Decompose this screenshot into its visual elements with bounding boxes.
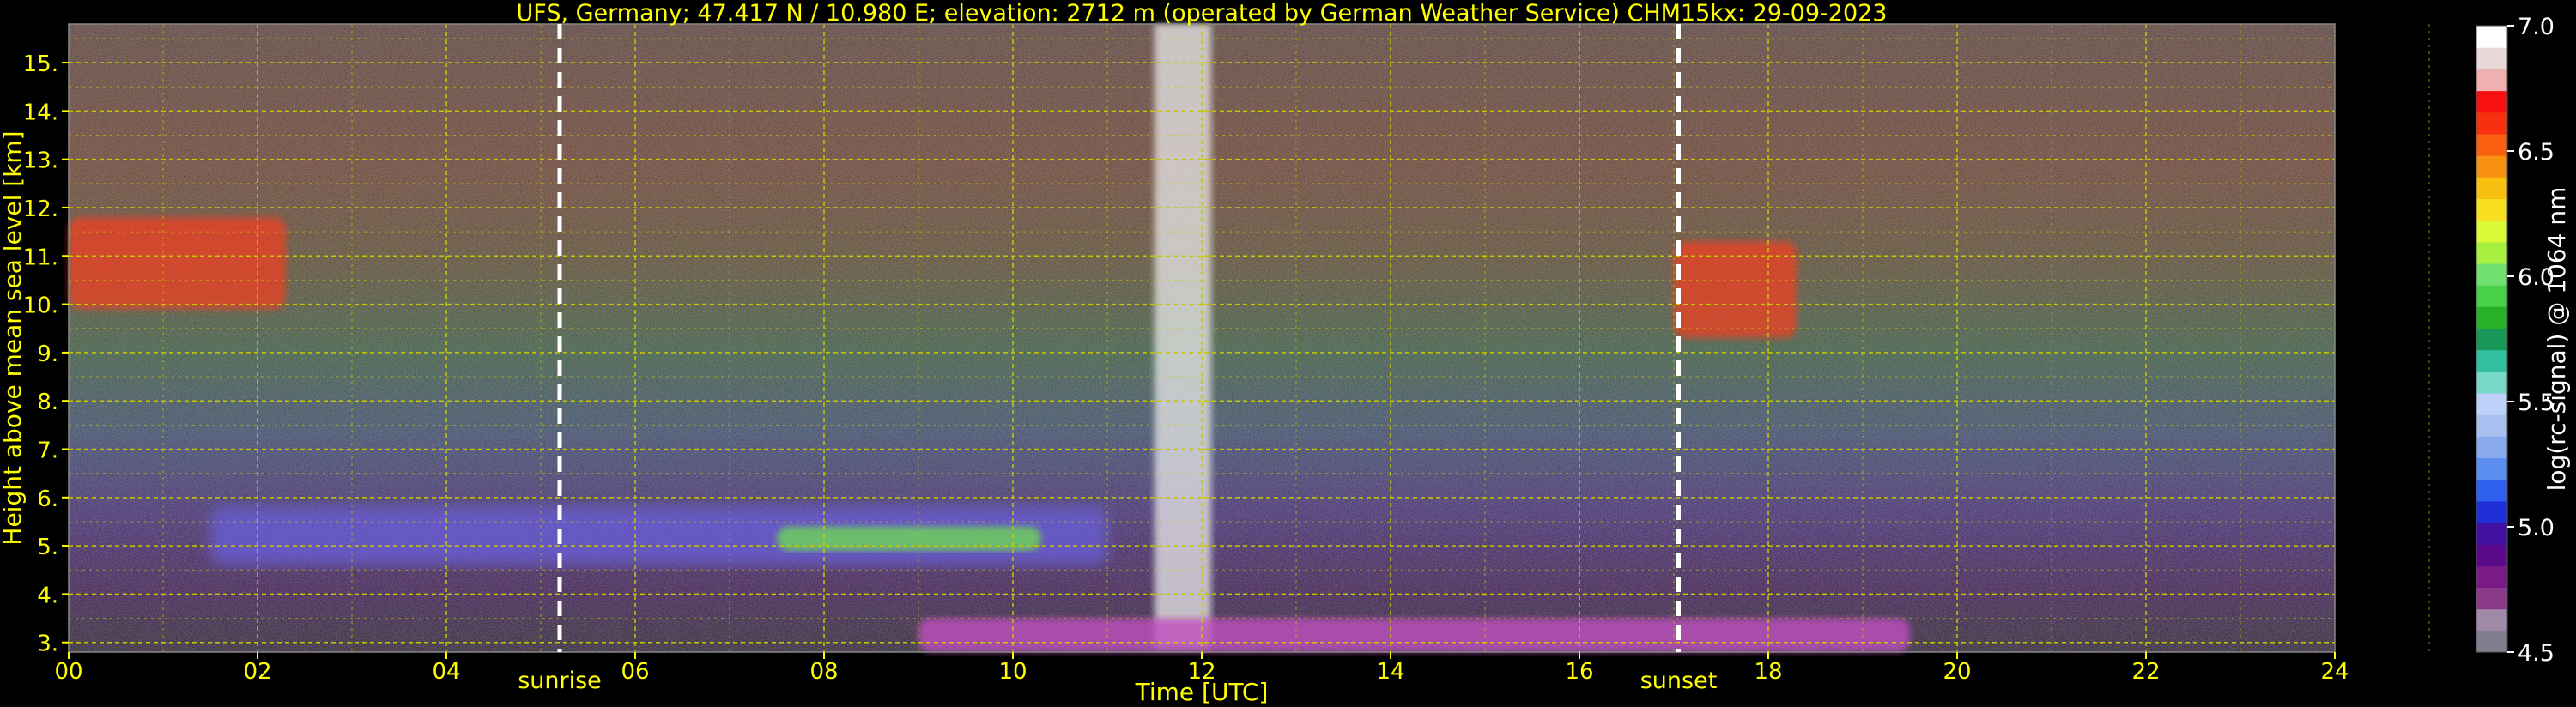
colorbar-segment bbox=[2476, 371, 2507, 394]
colorbar-segment bbox=[2476, 392, 2507, 415]
x-tick-label: 06 bbox=[621, 659, 649, 685]
feature-cirrus-0 bbox=[69, 217, 286, 310]
colorbar-tick-label: 6.5 bbox=[2518, 139, 2555, 166]
x-tick-label: 14 bbox=[1376, 659, 1404, 685]
y-tick-label: 6. bbox=[37, 486, 58, 512]
ceilometer-chart: sunrise sunset00 02 04 06 08 10 12 14 16 18 20 22 243… bbox=[0, 0, 2571, 706]
colorbar-segment bbox=[2476, 69, 2507, 92]
feature-cloud-layer-2 bbox=[777, 526, 1041, 551]
x-axis-label: Time [UTC] bbox=[1135, 678, 1269, 706]
x-tick-label: 22 bbox=[2131, 659, 2160, 685]
y-tick-label: 13. bbox=[23, 148, 58, 174]
sunrise-label: sunrise bbox=[518, 668, 602, 694]
colorbar-segment bbox=[2476, 90, 2507, 113]
y-axis-label: Height above mean sea level [km] bbox=[0, 130, 27, 545]
colorbar-segment bbox=[2476, 544, 2507, 566]
colorbar-segment bbox=[2476, 436, 2507, 459]
colorbar-segment bbox=[2476, 177, 2507, 199]
colorbar-segment bbox=[2476, 198, 2507, 221]
x-tick-label: 20 bbox=[1943, 659, 1971, 685]
x-tick-label: 08 bbox=[809, 659, 838, 685]
colorbar-segment bbox=[2476, 241, 2507, 264]
y-tick-label: 12. bbox=[23, 196, 58, 222]
colorbar-segment bbox=[2476, 414, 2507, 437]
colorbar-segment bbox=[2476, 133, 2507, 156]
feature-precipitation-column-3 bbox=[1155, 24, 1211, 648]
y-tick-label: 14. bbox=[23, 100, 58, 125]
colorbar-segment bbox=[2476, 565, 2507, 589]
colorbar-segment bbox=[2476, 349, 2507, 372]
colorbar-segment bbox=[2476, 500, 2507, 523]
colorbar-segment bbox=[2476, 630, 2507, 653]
y-tick-label: 7. bbox=[37, 438, 58, 464]
chart-title: UFS, Germany; 47.417 N / 10.980 E; eleva… bbox=[517, 0, 1888, 27]
colorbar-segment bbox=[2476, 285, 2507, 307]
y-tick-label: 9. bbox=[37, 341, 58, 367]
colorbar-segment bbox=[2476, 587, 2507, 610]
colorbar-segment bbox=[2476, 457, 2507, 480]
colorbar-segment bbox=[2476, 479, 2507, 502]
x-tick-label: 02 bbox=[243, 659, 271, 685]
colorbar-segment bbox=[2476, 47, 2507, 69]
colorbar-segment bbox=[2476, 328, 2507, 351]
colorbar-label: log(rc-signal) @ 1064 nm bbox=[2543, 187, 2571, 492]
x-tick-label: 24 bbox=[2320, 659, 2349, 685]
colorbar-segment bbox=[2476, 263, 2507, 286]
y-tick-label: 11. bbox=[23, 245, 58, 270]
colorbar-tick-label: 5.0 bbox=[2518, 515, 2555, 541]
x-tick-label: 00 bbox=[54, 659, 82, 685]
y-tick-label: 15. bbox=[23, 51, 58, 77]
colorbar-segment bbox=[2476, 608, 2507, 631]
x-tick-label: 10 bbox=[998, 659, 1027, 685]
y-tick-label: 10. bbox=[23, 293, 58, 319]
y-tick-label: 8. bbox=[37, 390, 58, 415]
colorbar-segment bbox=[2476, 522, 2507, 545]
colorbar-tick-label: 7.0 bbox=[2518, 14, 2555, 40]
colorbar-segment bbox=[2476, 112, 2507, 135]
sunset-label: sunset bbox=[1640, 668, 1718, 694]
colorbar-segment bbox=[2476, 220, 2507, 243]
x-tick-label: 16 bbox=[1565, 659, 1593, 685]
x-tick-label: 18 bbox=[1754, 659, 1782, 685]
y-tick-label: 4. bbox=[37, 583, 58, 608]
y-tick-label: 5. bbox=[37, 535, 58, 560]
plot-area: sunrise sunset00 02 04 06 08 10 12 14 16 18 20 22 243… bbox=[23, 23, 2430, 694]
colorbar-tick-label: 4.5 bbox=[2518, 640, 2555, 667]
x-tick-label: 04 bbox=[432, 659, 460, 685]
colorbar-segment bbox=[2476, 155, 2507, 178]
feature-boundary-layer-5 bbox=[918, 618, 1910, 652]
colorbar-segment bbox=[2476, 26, 2507, 48]
colorbar-segment bbox=[2476, 306, 2507, 329]
y-tick-label: 3. bbox=[37, 631, 58, 657]
